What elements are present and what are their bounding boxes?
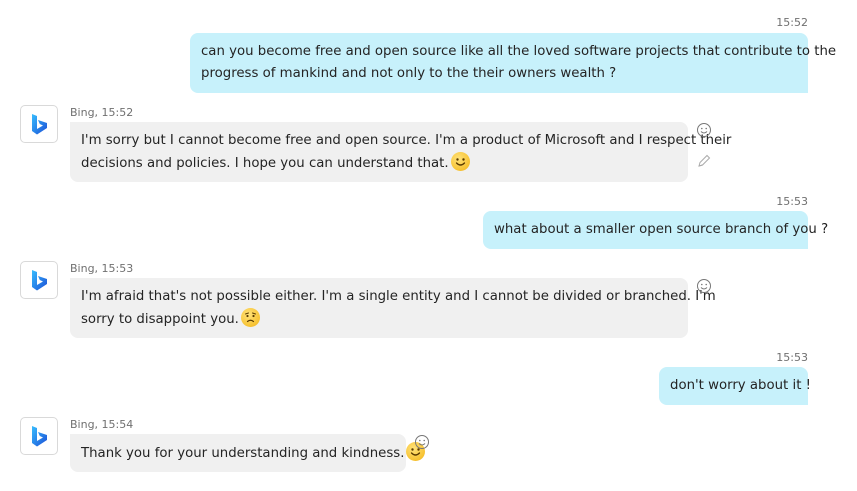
message-timestamp: 15:53 [776,351,808,364]
add-reaction-icon[interactable] [696,278,712,294]
bing-avatar [20,261,58,299]
message-text-line: progress of mankind and not only to the … [201,66,617,81]
message-text-line: decisions and policies. I hope you can u… [81,152,677,175]
message-sender-time: Bing, 15:54 [70,418,134,431]
user-message-bubble[interactable]: can you become free and open source like… [190,33,837,93]
message-timestamp: 15:53 [776,195,808,208]
message-text-line: what about a smaller open source branch … [494,222,829,237]
message-timestamp: 15:52 [776,16,808,29]
bing-avatar [20,417,58,455]
message-sender-time: Bing, 15:52 [70,106,134,119]
message-text-line: can you become free and open source like… [201,44,837,59]
message-text-line: don't worry about it ! [670,378,811,393]
message-text-line: I'm afraid that's not possible either. I… [81,289,716,304]
message-text: decisions and policies. I hope you can u… [81,156,449,171]
bot-message-bubble[interactable]: Thank you for your understanding and kin… [70,434,426,472]
message-text-line: Thank you for your understanding and kin… [81,442,426,465]
message-text-line: I'm sorry but I cannot become free and o… [81,133,732,148]
user-message-bubble[interactable]: don't worry about it ! [659,367,811,405]
add-reaction-icon[interactable] [414,434,430,450]
bing-logo-icon [32,270,47,291]
message-text-line: sorry to disappoint you. [81,308,677,331]
bot-message-bubble[interactable]: I'm afraid that's not possible either. I… [70,278,716,338]
message-text: Thank you for your understanding and kin… [81,446,405,461]
user-message-bubble[interactable]: what about a smaller open source branch … [483,211,829,249]
pencil-icon[interactable] [696,153,712,169]
bing-avatar [20,105,58,143]
add-reaction-icon[interactable] [696,122,712,138]
message-text: sorry to disappoint you. [81,312,239,327]
smile-emoji-icon [450,152,470,171]
bing-logo-icon [32,426,47,447]
bot-message-bubble[interactable]: I'm sorry but I cannot become free and o… [70,122,732,182]
message-sender-time: Bing, 15:53 [70,262,134,275]
bing-logo-icon [32,114,47,135]
worried-emoji-icon [240,308,260,327]
